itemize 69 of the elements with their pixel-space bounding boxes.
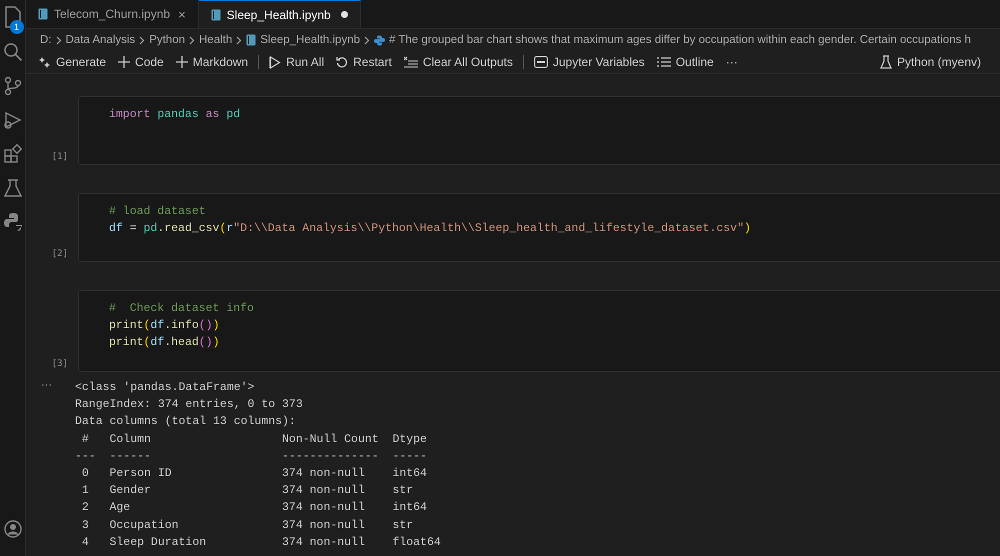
output-line: 2 Age 374 non-null int64 [80, 500, 428, 516]
breadcrumb-item[interactable]: Health [199, 34, 232, 46]
output-menu-button[interactable]: ··· [26, 379, 68, 552]
more-button[interactable]: ··· [720, 53, 743, 71]
run-debug-icon[interactable] [4, 110, 22, 130]
output-line: 3 Occupation 374 non-null str [80, 518, 414, 534]
chevron-icon [364, 36, 370, 44]
python-icon[interactable] [4, 212, 22, 232]
code-line: # Check dataset info [109, 301, 255, 317]
run-icon [269, 56, 282, 68]
code-line: import pandas as pd [109, 107, 242, 123]
notebook-icon [246, 34, 256, 46]
breadcrumb-item[interactable]: Sleep_Health.ipynb [260, 34, 360, 46]
output-line: # Column Non-Null Count Dtype [80, 432, 428, 448]
flask-icon [880, 55, 892, 69]
toolbar-button[interactable]: Code [113, 53, 169, 71]
account-icon[interactable] [4, 520, 22, 538]
execution-count: [1] [50, 152, 69, 164]
output-line: RangeIndex: 374 entries, 0 to 373 [75, 397, 304, 414]
execution-count: [3] [50, 359, 69, 371]
breadcrumb-item[interactable]: D: [40, 34, 52, 46]
toolbar-button[interactable]: Outline [652, 53, 719, 71]
output-line: 0 Person ID 374 non-null int64 [80, 466, 428, 482]
chevron-icon [56, 36, 62, 44]
flask-icon[interactable] [4, 178, 22, 198]
toolbar-button[interactable]: Jupyter Variables [528, 53, 650, 71]
search-icon[interactable] [2, 42, 22, 62]
code-line: df = pd.read_csv(r"D:\\Data Analysis\\Python\Health\\Sleep_health_and_lifestyle_dataset.csv") [109, 221, 752, 237]
unsaved-dot [340, 11, 348, 18]
kernel-picker[interactable]: Python (myenv) [874, 53, 986, 71]
code-line: # load dataset [109, 204, 207, 220]
code-cell[interactable]: # load dataset df = pd.read_csv(r"D:\\Data Analysis\\Python\Health\\Sleep_health_and_lifestyle_dataset.csv") [78, 193, 1000, 262]
breadcrumb-item[interactable]: # The grouped bar chart shows that maximum ages differ by occupation within each gender. Certain occupations h [389, 34, 971, 46]
output-line: Data columns (total 13 columns): [75, 414, 297, 430]
breadcrumb-item[interactable]: Python [149, 34, 185, 46]
sparkle-icon [39, 56, 51, 68]
code-line: print(df.head()) [109, 335, 220, 351]
breadcrumb-item[interactable]: Data Analysis [66, 34, 136, 46]
restart-icon [336, 56, 348, 68]
toolbar-button[interactable]: Run All [264, 53, 330, 71]
code-cell[interactable]: import pandas as pd [78, 96, 1000, 165]
output-line: 1 Gender 374 non-null str [80, 483, 414, 500]
output-line: <class 'pandas.DataFrame'> [75, 380, 256, 396]
list-icon [656, 56, 671, 68]
editor-tab[interactable]: Sleep_Health.ipynb [198, 0, 361, 28]
toolbar-button[interactable]: Clear All Outputs [398, 53, 518, 71]
notebook-icon [38, 8, 48, 20]
close-button[interactable]: × [178, 6, 186, 22]
notification-badge: 1 [10, 20, 24, 34]
files-icon[interactable] [4, 6, 22, 28]
extensions-icon[interactable] [4, 144, 22, 164]
clear-outputs-icon [404, 56, 418, 68]
variables-icon [534, 56, 548, 68]
source-control-icon[interactable] [4, 76, 22, 96]
output-line: 4 Sleep Duration 374 non-null float64 [80, 534, 441, 551]
plus-icon [176, 56, 188, 68]
chevron-icon [139, 36, 146, 44]
code-line: print(df.info()) [109, 318, 220, 334]
chevron-icon [189, 36, 195, 44]
toolbar-button[interactable]: Markdown [170, 53, 254, 71]
chevron-icon [236, 36, 242, 44]
python-icon [374, 34, 385, 46]
execution-count: [2] [50, 249, 69, 261]
code-cell[interactable]: # Check dataset info print(df.info()) print(df.head()) [78, 290, 1000, 372]
output-line: --- ------ -------------- ----- [75, 448, 428, 465]
notebook-icon [210, 8, 221, 20]
toolbar-button[interactable]: Restart [331, 53, 397, 71]
toolbar-button[interactable]: Generate [34, 53, 112, 71]
plus-icon [118, 56, 130, 68]
